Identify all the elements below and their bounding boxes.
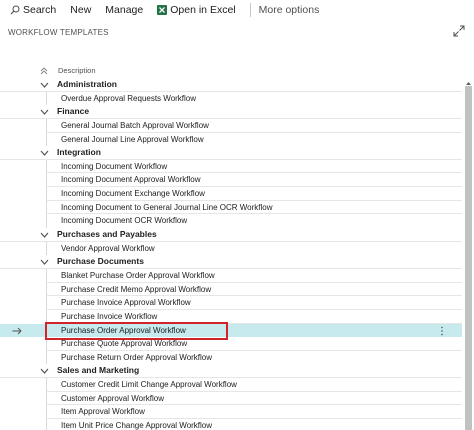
item-label: Purchase Return Order Approval Workflow — [61, 352, 213, 362]
arrow-right-icon — [12, 327, 22, 334]
manage-label: Manage — [105, 4, 144, 16]
chevron-down-icon[interactable] — [40, 108, 49, 116]
list-item[interactable]: Item Unit Price Change Approval Workflow — [0, 419, 462, 430]
toolbar-divider — [249, 3, 251, 17]
list-item[interactable]: Purchase Return Order Approval Workflow — [0, 350, 462, 365]
chevron-down-icon[interactable] — [40, 149, 49, 157]
item-label: Purchase Invoice Approval Workflow — [61, 298, 191, 308]
item-label: Incoming Document Workflow — [61, 161, 168, 171]
group-row[interactable]: Sales and Marketing — [0, 364, 462, 379]
list-item[interactable]: Blanket Purchase Order Approval Workflow — [0, 268, 462, 283]
open-in-excel-button[interactable]: Open in Excel — [157, 0, 236, 20]
item-label: Incoming Document to General Journal Lin… — [61, 202, 273, 212]
list-item[interactable]: General Journal Line Approval Workflow — [0, 132, 462, 147]
list-item[interactable]: Purchase Invoice Approval Workflow — [0, 296, 462, 310]
item-label: Incoming Document OCR Workflow — [61, 216, 188, 226]
new-label: New — [70, 4, 92, 16]
open-in-excel-label: Open in Excel — [170, 4, 236, 16]
list-item-selected[interactable]: Purchase Order Approval Workflow — [0, 323, 462, 338]
item-label: Purchase Credit Memo Approval Workflow — [61, 284, 212, 294]
list-item[interactable]: Purchase Credit Memo Approval Workflow — [0, 282, 462, 297]
item-label: Customer Credit Limit Change Approval Wo… — [61, 380, 237, 390]
list-item[interactable]: Customer Credit Limit Change Approval Wo… — [0, 378, 462, 392]
list-item[interactable]: Incoming Document Approval Workflow — [0, 173, 462, 188]
group-row[interactable]: Administration — [0, 78, 462, 92]
excel-icon — [157, 5, 168, 15]
group-label: Sales and Marketing — [57, 365, 140, 376]
page-header: WORKFLOW TEMPLATES — [0, 24, 474, 42]
item-label: Blanket Purchase Order Approval Workflow — [61, 270, 215, 280]
group-row[interactable]: Finance — [0, 105, 462, 119]
search-label: Search — [23, 4, 57, 16]
expand-icon[interactable] — [453, 25, 465, 37]
group-label: Integration — [57, 147, 101, 158]
chevron-down-icon[interactable] — [40, 367, 49, 375]
list-item[interactable]: Incoming Document to General Journal Lin… — [0, 200, 462, 215]
list-item[interactable]: Incoming Document Exchange Workflow — [0, 187, 462, 201]
more-actions-icon[interactable] — [440, 326, 444, 336]
chevron-down-icon[interactable] — [40, 231, 49, 239]
more-options-button[interactable]: More options — [259, 0, 320, 20]
list-item[interactable]: Purchase Invoice Workflow — [0, 309, 462, 324]
item-label: Item Approval Workflow — [61, 407, 145, 417]
item-label: Purchase Order Approval Workflow — [61, 325, 186, 335]
list-item[interactable]: Vendor Approval Workflow — [0, 241, 462, 256]
search-button[interactable]: Search — [10, 0, 56, 20]
list-item[interactable]: Customer Approval Workflow — [0, 391, 462, 406]
list-item[interactable]: Purchase Quote Approval Workflow — [0, 337, 462, 351]
action-bar: Search New Manage Open in Excel More opt… — [0, 0, 474, 20]
workflow-template-list: Administration Overdue Approval Requests … — [0, 78, 462, 430]
list-item[interactable]: General Journal Batch Approval Workflow — [0, 118, 462, 133]
group-row[interactable]: Purchase Documents — [0, 255, 462, 269]
collapse-all-icon[interactable] — [40, 67, 48, 75]
group-label: Administration — [57, 79, 117, 89]
item-label: Customer Approval Workflow — [61, 393, 164, 403]
list-item[interactable]: Overdue Approval Requests Workflow — [0, 91, 462, 106]
column-header-row: Description — [0, 64, 474, 78]
item-label: Vendor Approval Workflow — [61, 243, 155, 253]
group-label: Finance — [57, 106, 90, 117]
chevron-down-icon[interactable] — [40, 81, 49, 89]
list-item[interactable]: Item Approval Workflow — [0, 405, 462, 420]
item-label: Purchase Quote Approval Workflow — [61, 339, 188, 349]
item-label: Incoming Document Exchange Workflow — [61, 189, 205, 199]
item-label: Overdue Approval Requests Workflow — [61, 93, 197, 103]
new-button[interactable]: New — [70, 0, 91, 20]
item-label: Incoming Document Approval Workflow — [61, 175, 201, 185]
group-row[interactable]: Integration — [0, 146, 462, 160]
item-label: Item Unit Price Change Approval Workflow — [61, 421, 213, 430]
search-icon — [10, 5, 20, 15]
column-header-description[interactable]: Description — [58, 66, 96, 75]
item-label: Purchase Invoice Workflow — [61, 311, 158, 321]
group-label: Purchase Documents — [57, 256, 144, 267]
chevron-down-icon[interactable] — [40, 258, 49, 266]
manage-button[interactable]: Manage — [105, 0, 143, 20]
list-item[interactable]: Incoming Document Workflow — [0, 159, 462, 174]
scrollbar-thumb[interactable] — [465, 86, 472, 430]
group-label: Purchases and Payables — [57, 229, 157, 240]
list-item[interactable]: Incoming Document OCR Workflow — [0, 214, 462, 229]
page-title: WORKFLOW TEMPLATES — [8, 28, 109, 37]
group-row[interactable]: Purchases and Payables — [0, 228, 462, 242]
more-options-label: More options — [258, 4, 320, 16]
item-label: General Journal Batch Approval Workflow — [61, 120, 209, 130]
item-label: General Journal Line Approval Workflow — [61, 134, 204, 144]
